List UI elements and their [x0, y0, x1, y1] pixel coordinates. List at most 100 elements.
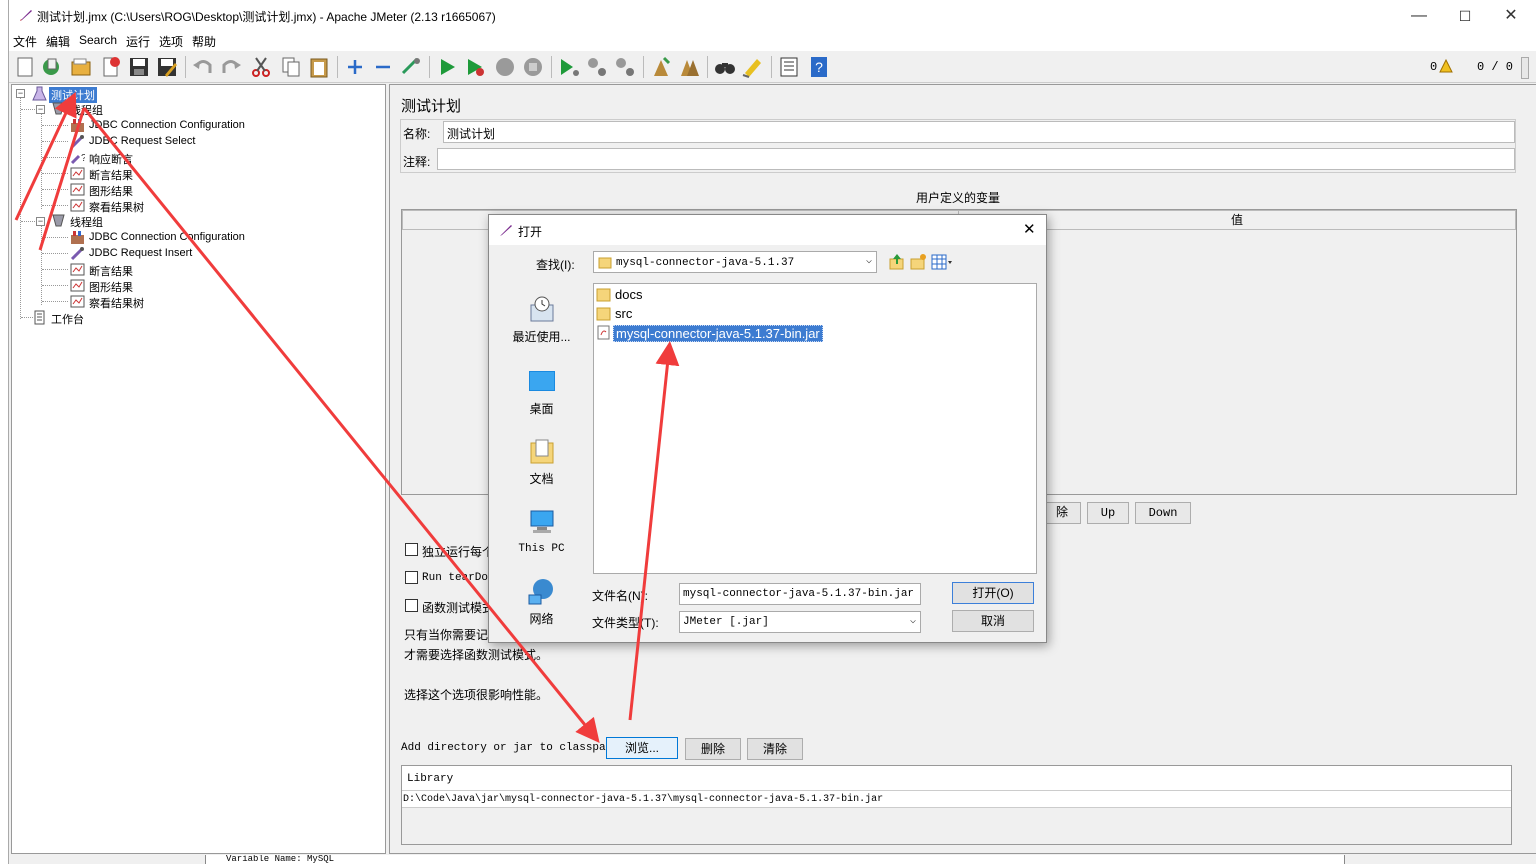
threadgroup-icon — [52, 214, 65, 227]
folder-icon — [596, 288, 611, 302]
collapse-icon[interactable]: − — [16, 89, 25, 98]
minimize-icon[interactable]: — — [1409, 6, 1429, 26]
thread-counter: 0 / 0 — [1477, 60, 1514, 74]
place-network-label: 网络 — [529, 612, 554, 626]
filename-input[interactable]: mysql-connector-java-5.1.37-bin.jar — [679, 583, 921, 605]
start-icon[interactable] — [435, 55, 459, 79]
clear-button[interactable]: 清除 — [747, 738, 803, 760]
workbench-icon — [34, 310, 45, 325]
filetype-select[interactable]: JMeter [.jar] ⌵ — [679, 611, 921, 633]
search-icon[interactable] — [713, 55, 737, 79]
delete-variable-button[interactable]: 除 — [1043, 502, 1081, 524]
page-title: 测试计划 — [401, 98, 462, 115]
pipette-icon — [70, 247, 84, 261]
paste-icon[interactable] — [307, 55, 331, 79]
listener-icon — [70, 199, 85, 212]
tree-label-jdbc-request-select: JDBC Request Select — [89, 135, 196, 147]
new-folder-icon[interactable] — [910, 253, 926, 271]
menu-edit[interactable]: 编辑 — [46, 33, 70, 50]
background-window-strip: Variable Name: MySQL — [205, 855, 1345, 864]
collapse-all-icon[interactable] — [371, 55, 395, 79]
clear-icon[interactable] — [649, 55, 673, 79]
browse-button[interactable]: 浏览... — [606, 737, 678, 759]
toggle-icon[interactable] — [399, 55, 423, 79]
open-button[interactable]: 打开(O) — [952, 582, 1034, 604]
templates-icon[interactable] — [39, 55, 63, 79]
maximize-icon[interactable]: ☐ — [1455, 6, 1475, 26]
save-icon[interactable] — [127, 55, 151, 79]
functional-note-3: 选择这个选项很影响性能。 — [404, 688, 549, 702]
down-button[interactable]: Down — [1135, 502, 1191, 524]
tree-label-view-results-tree-2: 察看结果树 — [89, 298, 144, 310]
place-documents[interactable]: 文档 — [499, 437, 584, 487]
teardown-checkbox[interactable] — [405, 571, 418, 584]
dialog-title-bar: 打开 ✕ — [489, 215, 1046, 245]
tree-label-workbench: 工作台 — [51, 314, 84, 326]
jdbc-config-icon — [71, 231, 84, 244]
filetype-value: JMeter [.jar] — [683, 616, 769, 628]
library-header-cell[interactable]: Library — [402, 766, 1511, 791]
close-plan-icon[interactable] — [99, 55, 123, 79]
svg-text:?: ? — [81, 153, 85, 164]
warning-icon[interactable] — [1439, 59, 1453, 73]
menu-file[interactable]: 文件 — [13, 33, 37, 50]
functional-note-1: 只有当你需要记 — [404, 628, 489, 642]
tree-label-threadgroup-1: 线程组 — [70, 105, 103, 117]
expand-all-icon[interactable] — [343, 55, 367, 79]
cancel-button[interactable]: 取消 — [952, 610, 1034, 632]
chevron-down-icon: ⌵ — [909, 616, 916, 627]
listener-icon — [70, 183, 85, 196]
menu-help[interactable]: 帮助 — [192, 33, 216, 50]
collapse-icon[interactable]: − — [36, 217, 45, 226]
cut-icon[interactable] — [249, 55, 273, 79]
places-bar: 最近使用... 桌面 文档 This PC 网络 — [499, 283, 584, 628]
place-recent[interactable]: 最近使用... — [499, 295, 584, 345]
assertion-icon: ? — [70, 153, 85, 165]
undo-icon[interactable] — [191, 55, 215, 79]
view-menu-icon[interactable] — [931, 254, 955, 270]
up-button[interactable]: Up — [1087, 502, 1129, 524]
name-field[interactable]: 测试计划 — [443, 121, 1515, 143]
collapse-icon[interactable]: − — [36, 105, 45, 114]
serialize-threadgroups-checkbox[interactable] — [405, 543, 418, 556]
functional-mode-checkbox[interactable] — [405, 599, 418, 612]
remote-shutdown-icon[interactable] — [613, 55, 637, 79]
flask-icon — [32, 86, 47, 101]
menu-search[interactable]: Search — [79, 33, 117, 47]
redo-icon[interactable] — [219, 55, 243, 79]
copy-icon[interactable] — [279, 55, 303, 79]
jmeter-feather-icon — [20, 10, 32, 21]
clear-all-icon[interactable] — [677, 55, 701, 79]
shutdown-icon[interactable] — [521, 55, 545, 79]
library-header: Library — [407, 773, 454, 785]
comment-field[interactable] — [437, 148, 1515, 170]
lookin-select[interactable]: mysql-connector-java-5.1.37 ⌵ — [593, 251, 877, 273]
tree-label-jdbc-config-1: JDBC Connection Configuration — [89, 119, 245, 131]
udv-title: 用户定义的变量 — [915, 191, 1000, 205]
open-icon[interactable] — [69, 55, 93, 79]
save-as-icon[interactable] — [155, 55, 179, 79]
folder-icon — [598, 257, 612, 269]
reset-search-icon[interactable] — [741, 55, 765, 79]
menu-options[interactable]: 选项 — [159, 33, 183, 50]
remote-start-icon[interactable] — [557, 55, 581, 79]
jdbc-config-icon — [71, 119, 84, 132]
close-icon[interactable]: ✕ — [1501, 6, 1521, 26]
up-folder-icon[interactable] — [889, 253, 905, 271]
place-network[interactable]: 网络 — [499, 577, 584, 627]
library-row[interactable]: D:\Code\Java\jar\mysql-connector-java-5.… — [402, 791, 1511, 808]
library-table: Library D:\Code\Java\jar\mysql-connector… — [401, 765, 1512, 845]
remote-stop-icon[interactable] — [585, 55, 609, 79]
menu-run[interactable]: 运行 — [126, 33, 150, 50]
dialog-close-icon[interactable]: ✕ — [1023, 220, 1036, 238]
start-no-pauses-icon[interactable] — [463, 55, 487, 79]
function-helper-icon[interactable] — [777, 55, 801, 79]
help-icon[interactable]: ? — [807, 55, 831, 79]
delete-button[interactable]: 删除 — [685, 738, 741, 760]
tree-label-jdbc-config-2: JDBC Connection Configuration — [89, 231, 245, 243]
new-icon[interactable] — [13, 55, 37, 79]
tree-label-threadgroup-2: 线程组 — [70, 217, 103, 229]
stop-icon[interactable] — [493, 55, 517, 79]
place-desktop[interactable]: 桌面 — [499, 367, 584, 417]
place-this-pc[interactable]: This PC — [499, 507, 584, 555]
